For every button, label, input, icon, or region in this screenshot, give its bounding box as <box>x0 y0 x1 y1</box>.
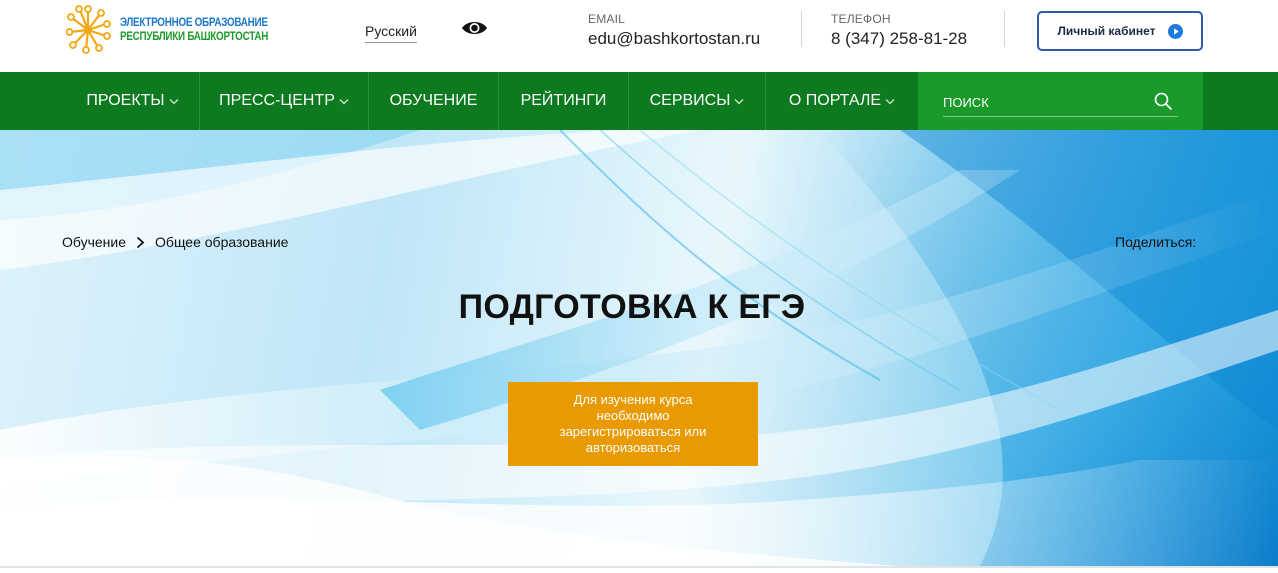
chevron-down-icon <box>169 98 179 104</box>
contact-phone: ТЕЛЕФОН 8 (347) 258-81-28 <box>831 12 967 49</box>
registration-notice: Для изучения курса необходимо зарегистри… <box>508 382 758 466</box>
nav-item-education[interactable]: ОБУЧЕНИЕ <box>369 72 499 130</box>
search-input[interactable] <box>943 88 1178 117</box>
search-box <box>918 72 1203 130</box>
sun-network-logo-icon <box>66 5 111 54</box>
nav-item-press-center[interactable]: ПРЕСС-ЦЕНТР <box>200 72 369 130</box>
nav-item-about-portal[interactable]: О ПОРТАЛЕ <box>766 72 918 130</box>
header-divider <box>801 11 802 47</box>
phone-label: ТЕЛЕФОН <box>831 12 891 26</box>
chevron-down-icon <box>885 98 895 104</box>
contact-email: EMAIL edu@bashkortostan.ru <box>588 12 760 49</box>
logo-text: ЭЛЕКТРОННОЕ ОБРАЗОВАНИЕ РЕСПУБЛИКИ БАШКО… <box>120 15 301 43</box>
chevron-down-icon <box>339 98 349 104</box>
phone-value[interactable]: 8 (347) 258-81-28 <box>831 29 967 49</box>
nav-item-projects[interactable]: ПРОЕКТЫ <box>66 72 200 130</box>
logo-line-1: ЭЛЕКТРОННОЕ ОБРАЗОВАНИЕ <box>120 15 268 29</box>
nav-item-label: РЕЙТИНГИ <box>520 92 607 109</box>
nav-item-label: ОБУЧЕНИЕ <box>389 92 478 109</box>
nav-item-label: СЕРВИСЫ <box>649 92 731 109</box>
chevron-right-icon <box>136 236 145 248</box>
nav-item-label: О ПОРТАЛЕ <box>788 92 882 109</box>
nav-item-label: ПРОЕКТЫ <box>86 92 165 109</box>
breadcrumb-item-general-education[interactable]: Общее образование <box>155 234 288 250</box>
email-value[interactable]: edu@bashkortostan.ru <box>588 29 760 49</box>
play-circle-icon <box>1167 23 1183 39</box>
hero-divider <box>0 566 1278 568</box>
email-label: EMAIL <box>588 12 626 26</box>
cabinet-button-label: Личный кабинет <box>1057 24 1156 38</box>
eye-icon[interactable] <box>461 18 488 38</box>
main-navigation: ПРОЕКТЫ ПРЕСС-ЦЕНТР ОБУЧЕНИЕ РЕЙТИНГИ СЕ… <box>0 72 1278 130</box>
language-selector[interactable]: Русский <box>365 23 417 43</box>
chevron-down-icon <box>734 98 744 104</box>
header-divider <box>1004 11 1005 47</box>
nav-item-label: ПРЕСС-ЦЕНТР <box>219 92 335 109</box>
nav-item-ratings[interactable]: РЕЙТИНГИ <box>499 72 629 130</box>
page-title: ПОДГОТОВКА К ЕГЭ <box>458 288 806 326</box>
abstract-waves-background <box>0 130 1278 566</box>
personal-cabinet-button[interactable]: Личный кабинет <box>1037 11 1203 51</box>
share-label: Поделиться: <box>1115 234 1197 250</box>
site-header: ЭЛЕКТРОННОЕ ОБРАЗОВАНИЕ РЕСПУБЛИКИ БАШКО… <box>0 0 1278 72</box>
nav-items: ПРОЕКТЫ ПРЕСС-ЦЕНТР ОБУЧЕНИЕ РЕЙТИНГИ СЕ… <box>66 72 918 130</box>
breadcrumb-item-education[interactable]: Обучение <box>62 234 126 250</box>
nav-item-services[interactable]: СЕРВИСЫ <box>629 72 766 130</box>
site-logo[interactable]: ЭЛЕКТРОННОЕ ОБРАЗОВАНИЕ РЕСПУБЛИКИ БАШКО… <box>66 3 281 55</box>
hero-banner: Обучение Общее образование Поделиться: П… <box>0 130 1278 566</box>
search-icon[interactable] <box>1154 92 1172 110</box>
logo-line-2: РЕСПУБЛИКИ БАШКОРТОСТАН <box>120 29 269 43</box>
breadcrumb: Обучение Общее образование <box>62 234 288 250</box>
